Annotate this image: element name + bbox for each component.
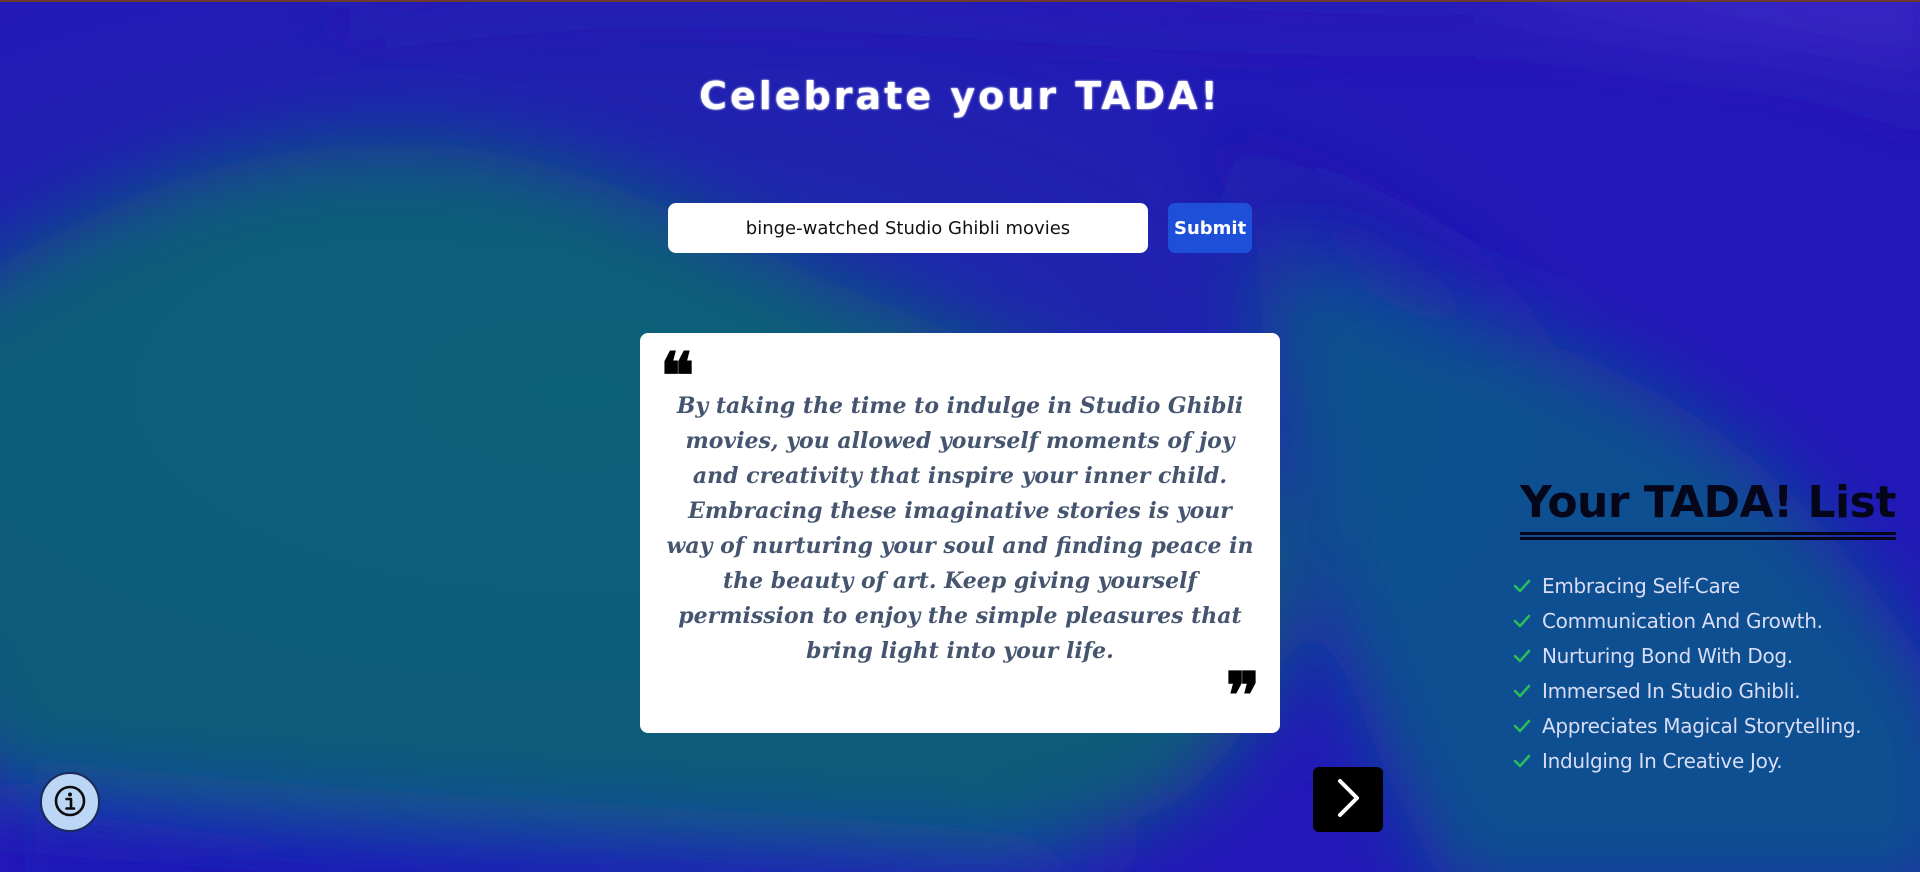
check-icon <box>1512 576 1532 596</box>
info-icon <box>53 784 87 821</box>
tada-list-heading: Your TADA! List <box>1520 479 1896 541</box>
list-item-label: Indulging In Creative Joy. <box>1542 748 1783 773</box>
check-icon <box>1512 646 1532 666</box>
list-item-label: Communication And Growth. <box>1542 608 1823 633</box>
list-item: Appreciates Magical Storytelling. <box>1512 708 1912 743</box>
list-item: Indulging In Creative Joy. <box>1512 743 1912 778</box>
open-quote-icon: ❝ <box>660 339 695 414</box>
quote-card: ❝ By taking the time to indulge in Studi… <box>640 333 1280 733</box>
tada-list-items: Embracing Self-Care Communication And Gr… <box>1512 568 1912 778</box>
submit-button[interactable]: Submit <box>1168 203 1252 253</box>
chevron-right-icon <box>1333 777 1363 822</box>
list-item-label: Nurturing Bond With Dog. <box>1542 643 1793 668</box>
close-quote-icon: ❞ <box>1225 659 1260 734</box>
list-item: Nurturing Bond With Dog. <box>1512 638 1912 673</box>
tada-form: Submit <box>668 203 1252 253</box>
list-item: Communication And Growth. <box>1512 603 1912 638</box>
next-button[interactable] <box>1313 767 1383 832</box>
check-icon <box>1512 751 1532 771</box>
tada-input[interactable] <box>668 203 1148 253</box>
list-item: Embracing Self-Care <box>1512 568 1912 603</box>
list-item-label: Embracing Self-Care <box>1542 573 1740 598</box>
check-icon <box>1512 611 1532 631</box>
info-button[interactable] <box>40 772 100 832</box>
page-title: Celebrate your TADA! <box>699 74 1221 118</box>
check-icon <box>1512 681 1532 701</box>
check-icon <box>1512 716 1532 736</box>
list-item: Immersed In Studio Ghibli. <box>1512 673 1912 708</box>
top-border-line <box>0 0 1920 2</box>
list-item-label: Immersed In Studio Ghibli. <box>1542 678 1801 703</box>
tada-list: Your TADA! List Embracing Self-Care Comm… <box>1512 479 1912 778</box>
list-item-label: Appreciates Magical Storytelling. <box>1542 713 1862 738</box>
quote-text: By taking the time to indulge in Studio … <box>666 393 1254 664</box>
